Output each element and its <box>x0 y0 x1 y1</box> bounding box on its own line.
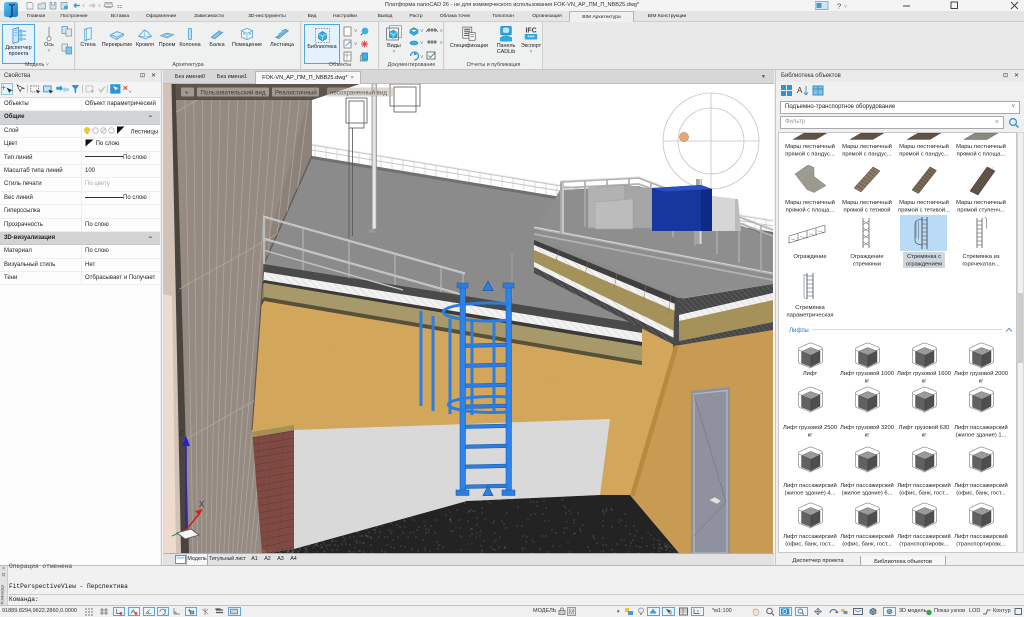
svg-text:кг: кг <box>865 379 870 385</box>
svg-text:прямой с площа...: прямой с площа... <box>957 151 1006 158</box>
svg-text:(офис, банк, гост...: (офис, банк, гост... <box>842 542 892 548</box>
svg-text:˅: ˅ <box>82 4 85 10</box>
svg-text:Лифт грузовой 2500: Лифт грузовой 2500 <box>783 424 837 431</box>
svg-text:(офис, банк, гост...: (офис, банк, гост... <box>785 542 835 548</box>
svg-text:Лифт пассажирский: Лифт пассажирский <box>840 533 894 540</box>
svg-text:ограждением: ограждением <box>906 262 942 268</box>
svg-text:Лифт пассажирский: Лифт пассажирский <box>954 424 1008 431</box>
svg-text:Реалистичный: Реалистичный <box>275 90 317 97</box>
svg-text:Стремянка с: Стремянка с <box>907 254 941 260</box>
svg-text:(транспортировк...: (транспортировк... <box>956 542 1006 548</box>
svg-text:Лифт пассажирский: Лифт пассажирский <box>897 533 951 540</box>
svg-text:˅: ˅ <box>844 4 847 10</box>
svg-text:М: М <box>569 609 575 616</box>
svg-text:Лифт грузовой 2000: Лифт грузовой 2000 <box>954 370 1008 377</box>
svg-text:Лифт пассажирский: Лифт пассажирский <box>954 482 1008 489</box>
svg-text:+: + <box>185 90 189 97</box>
svg-text:прямой с пандус...: прямой с пандус... <box>842 151 892 158</box>
svg-text:Лифт пассажирский: Лифт пассажирский <box>783 482 837 489</box>
svg-text:Лифт пассажирский: Лифт пассажирский <box>783 533 837 540</box>
svg-text:(офис, банк, гост...: (офис, банк, гост... <box>899 491 949 497</box>
svg-text:Лифт грузовой 1600: Лифт грузовой 1600 <box>897 370 951 377</box>
svg-text:кг: кг <box>979 379 984 385</box>
svg-text:(жилое здание) 1...: (жилое здание) 1... <box>956 433 1007 439</box>
svg-text:IFC: IFC <box>525 28 536 35</box>
svg-text:˅: ˅ <box>440 41 444 47</box>
svg-text:Лифт пассажирский: Лифт пассажирский <box>897 482 951 489</box>
svg-text:Стремянка из: Стремянка из <box>962 254 999 260</box>
svg-text:прямой с тетивой: прямой с тетивой <box>844 207 891 214</box>
svg-text:Ограждение: Ограждение <box>793 254 826 260</box>
svg-text:Марш лестничный: Марш лестничный <box>899 143 949 150</box>
svg-text:⚏: ⚏ <box>117 4 122 10</box>
svg-text:А: А <box>797 86 803 95</box>
svg-text:кг: кг <box>922 433 927 439</box>
svg-text:прямой с пандус...: прямой с пандус... <box>785 151 835 158</box>
svg-text:стремянки: стремянки <box>853 262 881 268</box>
svg-text:Лифт грузовой 630: Лифт грузовой 630 <box>899 424 950 431</box>
svg-text:Марш лестничный: Марш лестничный <box>785 199 835 206</box>
svg-text:Марш лестничный: Марш лестничный <box>842 199 892 206</box>
svg-text:?: ? <box>837 2 841 11</box>
svg-text:кг: кг <box>922 379 927 385</box>
svg-text:Лифты: Лифты <box>789 327 809 334</box>
svg-text:Ограждение: Ограждение <box>850 254 883 260</box>
svg-text:˅: ˅ <box>354 42 358 48</box>
svg-text:кг: кг <box>808 433 813 439</box>
svg-text:Лифт грузовой 1000: Лифт грузовой 1000 <box>840 370 894 377</box>
svg-text:прямой с тетивой...: прямой с тетивой... <box>898 207 950 214</box>
svg-text:параметрическая: параметрическая <box>786 313 833 319</box>
svg-text:(жилое здание) 6...: (жилое здание) 6... <box>842 491 893 497</box>
svg-text:Марш лестничный: Марш лестничный <box>785 143 835 150</box>
svg-text:прямой с пандус...: прямой с пандус... <box>899 151 949 158</box>
svg-text:Марш лестничный: Марш лестничный <box>842 143 892 150</box>
svg-text:Лифт пассажирский: Лифт пассажирский <box>840 482 894 489</box>
svg-text:Лифт: Лифт <box>803 371 818 377</box>
svg-text:горячекатан...: горячекатан... <box>962 262 1000 268</box>
svg-text:Лифт грузовой 3200: Лифт грузовой 3200 <box>840 424 894 431</box>
svg-text:несохраненный вид: несохраненный вид <box>330 90 387 97</box>
svg-text:˅: ˅ <box>420 55 424 61</box>
svg-text:X: X <box>199 500 205 509</box>
svg-text:Лифт пассажирский: Лифт пассажирский <box>954 533 1008 540</box>
svg-text:˅: ˅ <box>98 4 101 10</box>
svg-text:Марш лестничный: Марш лестничный <box>899 199 949 206</box>
svg-text:Марш лестничный: Марш лестничный <box>956 143 1006 150</box>
svg-text:Пользовательский вид: Пользовательский вид <box>201 90 266 97</box>
svg-text:˅: ˅ <box>354 29 358 35</box>
svg-text:прямой с площа...: прямой с площа... <box>786 207 835 214</box>
svg-text:˅: ˅ <box>420 29 424 35</box>
svg-text:Марш лестничный: Марш лестничный <box>956 199 1006 206</box>
svg-text:˅: ˅ <box>440 29 444 35</box>
svg-text:(жилое здание) 4...: (жилое здание) 4... <box>785 491 836 497</box>
svg-text:прямой ступенч...: прямой ступенч... <box>957 207 1005 214</box>
svg-text:(транспортировк...: (транспортировк... <box>899 542 949 548</box>
svg-text:(офис, банк, гост...: (офис, банк, гост... <box>956 491 1006 497</box>
svg-text:Z: Z <box>179 429 184 438</box>
svg-text:˅: ˅ <box>420 41 424 47</box>
svg-text:кг: кг <box>865 433 870 439</box>
svg-text:Стремянка: Стремянка <box>795 305 825 311</box>
